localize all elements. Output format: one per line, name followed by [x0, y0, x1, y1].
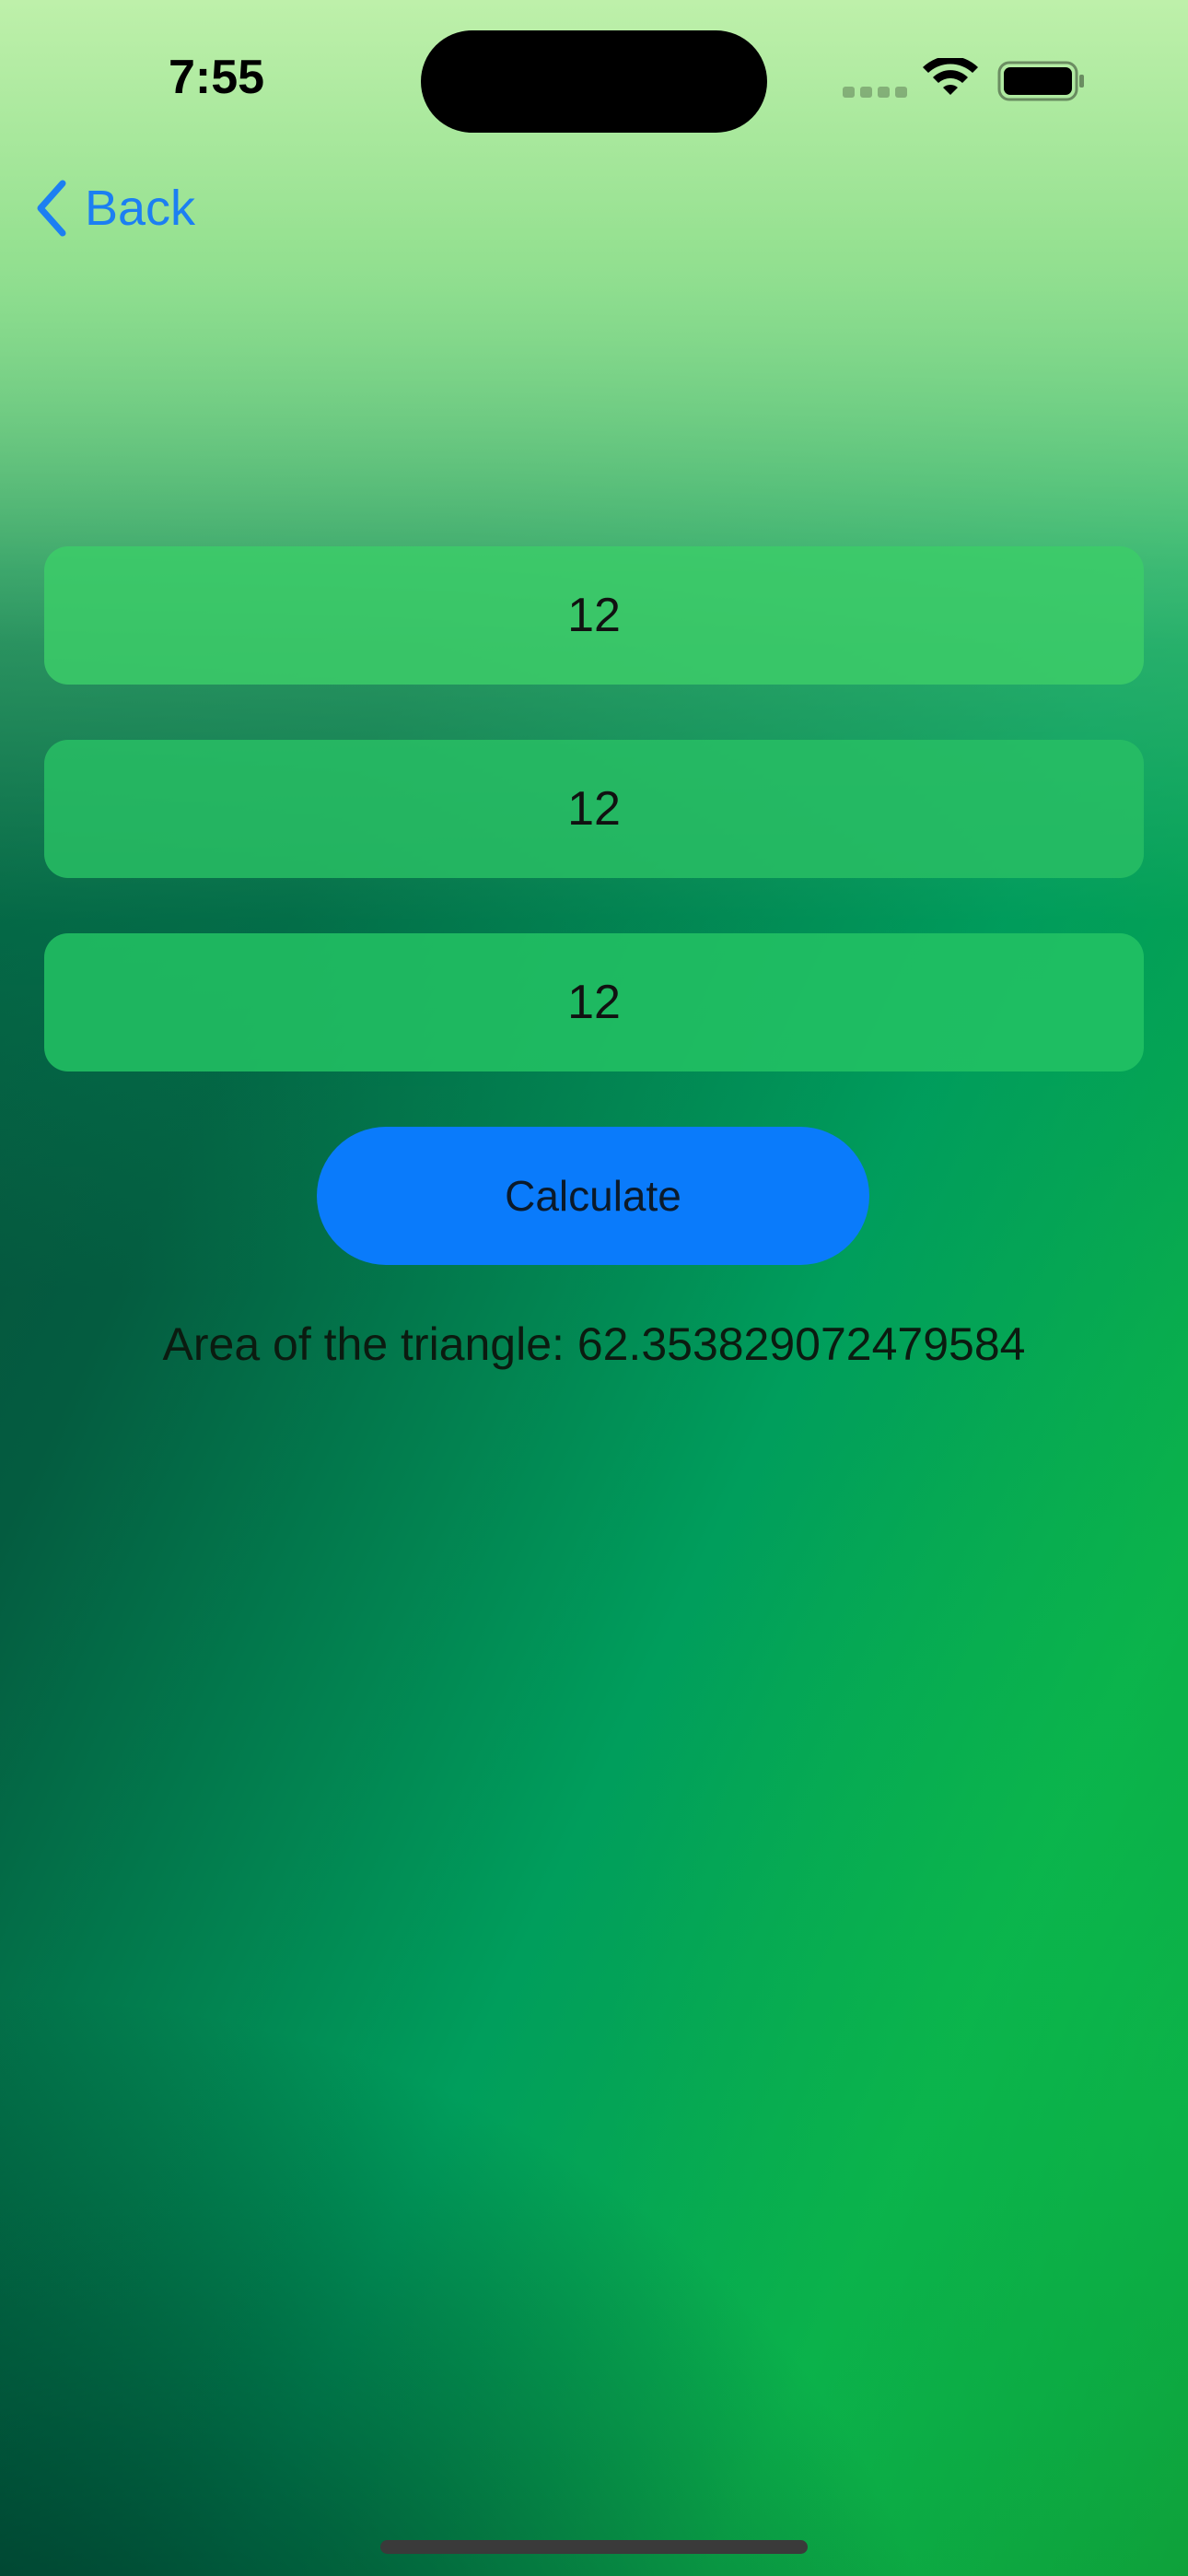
calculate-button[interactable]: Calculate — [317, 1127, 869, 1265]
cellular-signal-icon — [843, 87, 907, 98]
dynamic-island — [421, 30, 767, 133]
result-text: Area of the triangle: 62.353829072479584 — [162, 1318, 1026, 1370]
chevron-left-icon — [37, 180, 66, 237]
side-c-input[interactable] — [44, 933, 1144, 1071]
side-b-input[interactable] — [44, 740, 1144, 878]
side-b-field[interactable] — [44, 740, 1144, 878]
back-label: Back — [85, 181, 196, 236]
battery-icon — [997, 61, 1084, 101]
side-a-field[interactable] — [44, 546, 1144, 685]
home-indicator — [380, 2540, 808, 2554]
side-a-input[interactable] — [44, 546, 1144, 685]
status-time: 7:55 — [169, 51, 265, 104]
wifi-icon — [923, 58, 978, 95]
side-c-field[interactable] — [44, 933, 1144, 1071]
background-gradient — [0, 0, 1188, 2576]
calculate-button-label: Calculate — [505, 1172, 681, 1220]
back-button[interactable]: Back — [35, 180, 195, 237]
